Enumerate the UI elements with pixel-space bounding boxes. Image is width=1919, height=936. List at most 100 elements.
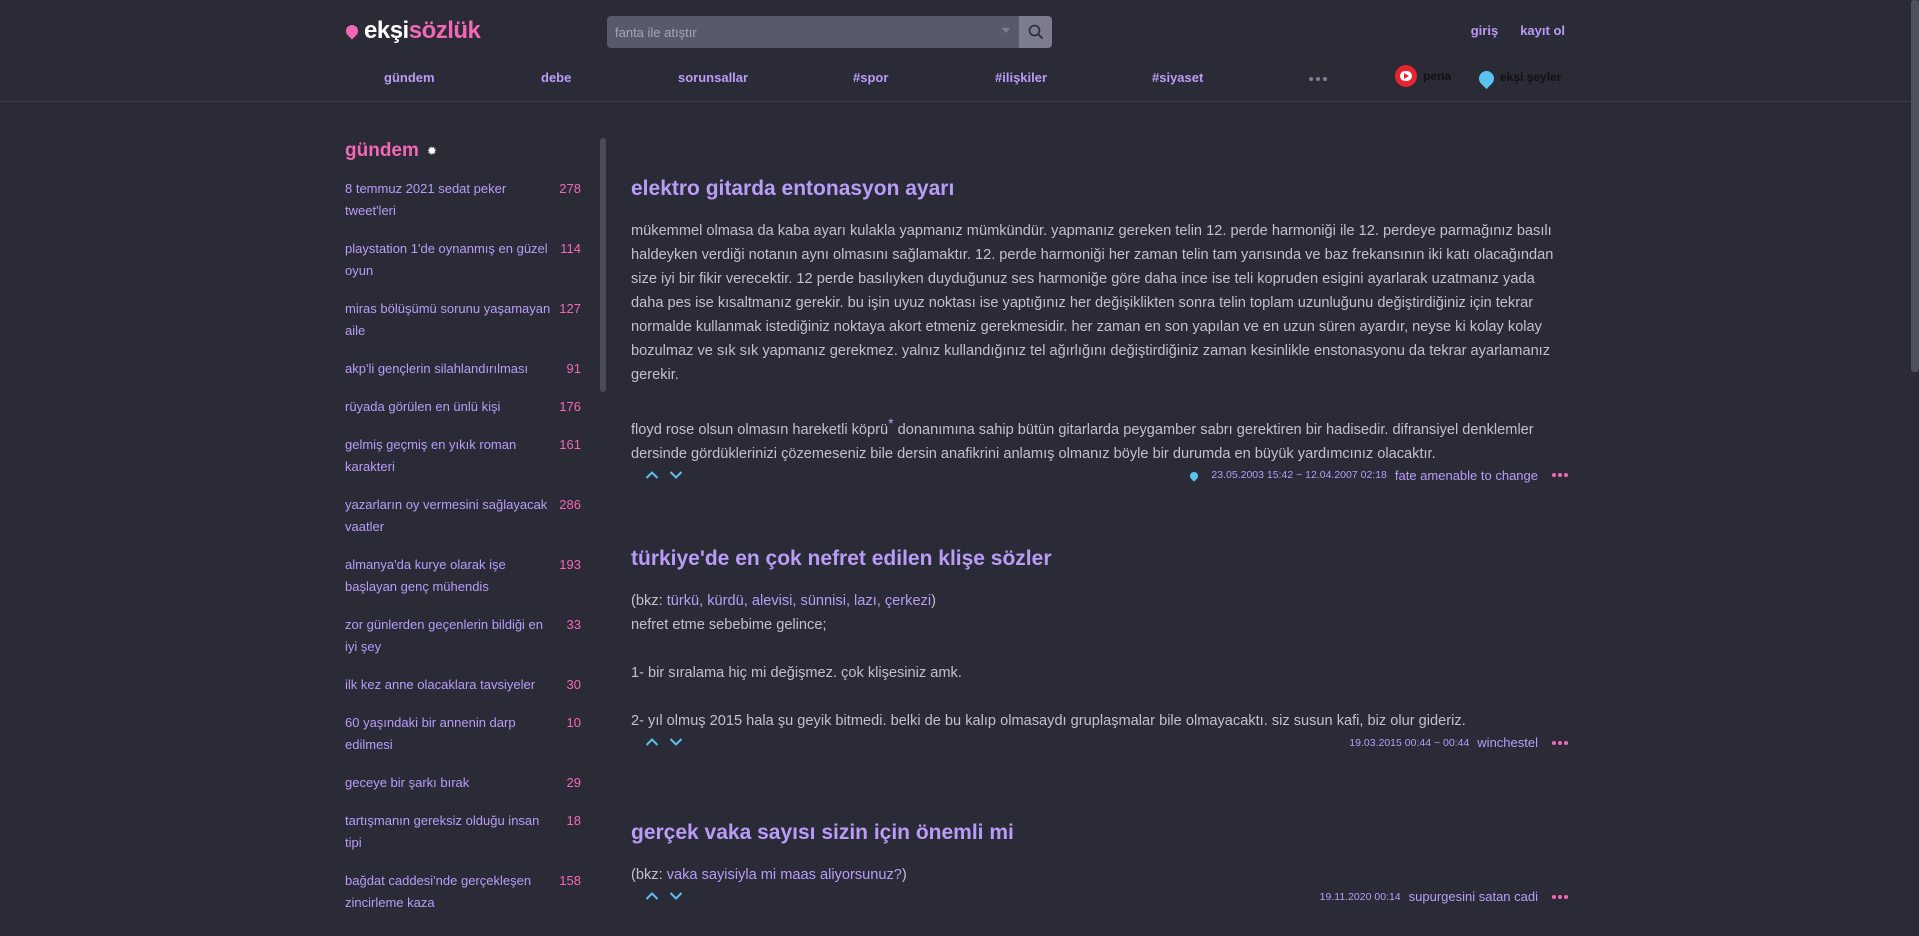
topic-title[interactable]: akp'li gençlerin silahlandırılması	[345, 358, 555, 380]
entry-date[interactable]: 19.11.2020 00:14	[1320, 891, 1401, 903]
entry-author[interactable]: supurgesini satan cadi	[1409, 889, 1538, 904]
topic-count: 193	[559, 557, 581, 572]
register-link[interactable]: kayıt ol	[1520, 23, 1565, 38]
header: ekşisözlük giriş kayıt ol gündem debe so…	[0, 0, 1919, 102]
vote-buttons	[645, 470, 683, 480]
topic-count: 114	[560, 241, 581, 256]
entry-author[interactable]: winchestel	[1477, 735, 1538, 750]
list-item[interactable]: playstation 1'de oynanmış en güzel oyun 1…	[345, 238, 581, 282]
entry-title[interactable]: gerçek vaka sayısı sizin için önemli mi	[631, 819, 1568, 847]
topic-title[interactable]: 8 temmuz 2021 sedat peker tweet'leri	[345, 178, 555, 222]
topic-title[interactable]: rüyada görülen en ünlü kişi	[345, 396, 555, 418]
topic-count: 176	[559, 399, 581, 414]
upvote-icon[interactable]	[645, 891, 659, 901]
entry-date[interactable]: 19.03.2015 00:44 ~ 00:44	[1349, 737, 1469, 749]
topic-title[interactable]: tartışmanın gereksiz olduğu insan tipi	[345, 810, 555, 854]
list-item[interactable]: 8 temmuz 2021 sedat peker tweet'leri 278	[345, 178, 581, 222]
bkz-link[interactable]: türkü, kürdü, alevisi, sünnisi, lazı, çe…	[667, 593, 931, 609]
chevron-down-icon[interactable]	[1002, 28, 1010, 36]
more-dots-icon[interactable]	[1552, 740, 1568, 745]
logo-text-sozluk: sözlük	[408, 17, 481, 44]
entry-body: (bkz: vaka sayisiyla mi maas aliyorsunuz…	[631, 863, 1568, 887]
entry-date[interactable]: 23.05.2003 15:42 ~ 12.04.2007 02:18	[1211, 469, 1386, 481]
nav-item-siyaset[interactable]: #siyaset	[1152, 70, 1203, 85]
topic-title[interactable]: ilk kez anne olacaklara tavsiyeler	[345, 674, 555, 696]
downvote-icon[interactable]	[669, 737, 683, 747]
entry-footer: 19.03.2015 00:44 ~ 00:44 winchestel	[631, 735, 1568, 755]
search-input[interactable]	[607, 16, 1019, 48]
entry: gerçek vaka sayısı sizin için önemli mi …	[631, 819, 1568, 909]
nav-item-debe[interactable]: debe	[541, 70, 571, 85]
nav-item-iliskiler[interactable]: #ilişkiler	[995, 70, 1047, 85]
pena-link[interactable]: pena	[1395, 65, 1451, 87]
entry-title[interactable]: türkiye'de en çok nefret edilen klişe sö…	[631, 545, 1568, 573]
topic-title[interactable]: almanya'da kurye olarak işe başlayan gen…	[345, 554, 555, 598]
nav-item-spor[interactable]: #spor	[853, 70, 888, 85]
topic-title[interactable]: 60 yaşındaki bir annenin darp edilmesi	[345, 712, 555, 756]
entry-paragraph: mükemmel olmasa da kaba ayarı kulakla ya…	[631, 223, 1554, 383]
entry-meta: 19.11.2020 00:14 supurgesini satan cadi	[1320, 889, 1568, 904]
topic-count: 286	[559, 497, 581, 512]
bkz-open: (bkz:	[631, 593, 667, 609]
pena-play-icon	[1395, 65, 1417, 87]
entry-meta: 19.03.2015 00:44 ~ 00:44 winchestel	[1349, 735, 1568, 750]
list-item[interactable]: bağdat caddesi'nde gerçekleşen zincirlem…	[345, 870, 581, 914]
topic-count: 18	[566, 813, 581, 828]
downvote-icon[interactable]	[669, 470, 683, 480]
vote-buttons	[645, 891, 683, 901]
drop-icon	[345, 22, 359, 40]
topic-title[interactable]: geceye bir şarkı bırak	[345, 772, 555, 794]
topic-title[interactable]: bağdat caddesi'nde gerçekleşen zincirlem…	[345, 870, 555, 914]
bkz-open: (bkz:	[631, 867, 667, 883]
pena-label: pena	[1423, 69, 1452, 83]
more-dots-icon[interactable]	[1552, 473, 1568, 478]
topic-title[interactable]: playstation 1'de oynanmış en güzel oyun	[345, 238, 555, 282]
page-scrollbar[interactable]	[1911, 0, 1919, 372]
list-item[interactable]: rüyada görülen en ünlü kişi 176	[345, 396, 581, 418]
vote-buttons	[645, 737, 683, 747]
search-icon	[1028, 24, 1043, 40]
bkz-link[interactable]: vaka sayisiyla mi maas aliyorsunuz?	[667, 867, 902, 883]
downvote-icon[interactable]	[669, 891, 683, 901]
entry-paragraph: (bkz: türkü, kürdü, alevisi, sünnisi, la…	[631, 589, 1568, 613]
logo[interactable]: ekşi sözlük	[345, 14, 481, 48]
list-item[interactable]: 60 yaşındaki bir annenin darp edilmesi 10	[345, 712, 581, 756]
more-dots-icon[interactable]	[1552, 894, 1568, 899]
entry-author[interactable]: fate amenable to change	[1395, 468, 1538, 483]
entry-title[interactable]: elektro gitarda entonasyon ayarı	[631, 175, 1568, 203]
more-dots-icon[interactable]	[1309, 77, 1327, 81]
login-link[interactable]: giriş	[1471, 23, 1498, 38]
list-item[interactable]: yazarların oy vermesini sağlayacak vaatl…	[345, 494, 581, 538]
bkz-close: )	[901, 867, 907, 883]
drop-icon	[1477, 65, 1495, 89]
topic-title[interactable]: yazarların oy vermesini sağlayacak vaatl…	[345, 494, 555, 538]
list-item[interactable]: akp'li gençlerin silahlandırılması 91	[345, 358, 581, 380]
eksi-seyler-link[interactable]: ekşi şeyler	[1477, 65, 1561, 89]
entry-meta: 23.05.2003 15:42 ~ 12.04.2007 02:18 fate…	[1189, 468, 1568, 483]
upvote-icon[interactable]	[645, 737, 659, 747]
list-item[interactable]: geceye bir şarkı bırak 29	[345, 772, 581, 794]
list-item[interactable]: tartışmanın gereksiz olduğu insan tipi 18	[345, 810, 581, 854]
nav-item-sorunsallar[interactable]: sorunsallar	[678, 70, 748, 85]
list-item[interactable]: ilk kez anne olacaklara tavsiyeler 30	[345, 674, 581, 696]
drop-icon[interactable]	[1189, 468, 1199, 482]
topic-count: 127	[559, 301, 581, 316]
list-item[interactable]: almanya'da kurye olarak işe başlayan gen…	[345, 554, 581, 598]
list-item[interactable]: gelmiş geçmiş en yıkık roman karakteri 16…	[345, 434, 581, 478]
nav-item-gundem[interactable]: gündem	[384, 70, 435, 85]
topic-title[interactable]: gelmiş geçmiş en yıkık roman karakteri	[345, 434, 555, 478]
gear-icon[interactable]: ✹	[427, 144, 437, 158]
auth-links: giriş kayıt ol	[1471, 23, 1565, 38]
entry-paragraph: nefret etme sebebime gelince;	[631, 617, 827, 633]
topic-count: 161	[559, 437, 581, 452]
topic-title[interactable]: miras bölüşümü sorunu yaşamayan aile	[345, 298, 555, 342]
list-item[interactable]: zor günlerden geçenlerin bildiği en iyi …	[345, 614, 581, 658]
topic-count: 29	[566, 775, 581, 790]
list-item[interactable]: miras bölüşümü sorunu yaşamayan aile 127	[345, 298, 581, 342]
topic-title[interactable]: zor günlerden geçenlerin bildiği en iyi …	[345, 614, 555, 658]
sidebar-scrollbar[interactable]	[600, 138, 606, 392]
search-button[interactable]	[1019, 16, 1052, 48]
upvote-icon[interactable]	[645, 470, 659, 480]
sidebar-title-label[interactable]: gündem	[345, 140, 419, 162]
logo-text-eksi: ekşi	[364, 17, 409, 44]
